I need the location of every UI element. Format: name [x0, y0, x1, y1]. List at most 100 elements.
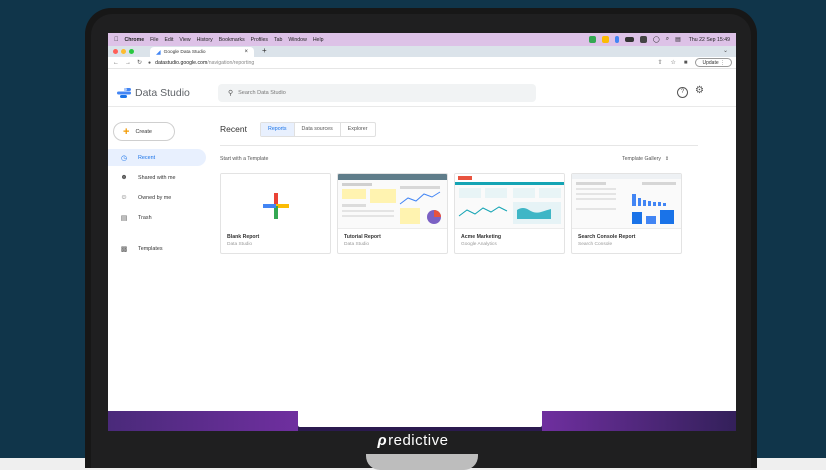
- data-studio-logo-icon[interactable]: [117, 88, 131, 98]
- back-arrow-icon[interactable]: ←: [113, 60, 119, 66]
- tab-explorer[interactable]: Explorer: [341, 123, 375, 136]
- menu-tab[interactable]: Tab: [274, 37, 282, 43]
- template-card-acme[interactable]: Acme Marketing Google Analytics: [454, 173, 565, 254]
- reload-icon[interactable]: ↻: [137, 59, 142, 66]
- template-card-search-console[interactable]: Search Console Report Search Console: [571, 173, 682, 254]
- search-placeholder: Search Data Studio: [238, 90, 286, 96]
- url-path: /navigation/reporting: [207, 59, 255, 66]
- people-icon: ☻: [120, 174, 128, 181]
- template-card-blank[interactable]: Blank Report Data Studio: [220, 173, 331, 254]
- tab-reports[interactable]: Reports: [261, 123, 295, 136]
- menu-bookmarks[interactable]: Bookmarks: [219, 37, 245, 43]
- control-center-icon[interactable]: ▤: [675, 36, 681, 43]
- forward-arrow-icon[interactable]: →: [125, 60, 131, 66]
- battery-icon[interactable]: [624, 37, 634, 42]
- menu-view[interactable]: View: [179, 37, 190, 43]
- sidebar-item-shared[interactable]: ☻ Shared with me: [108, 169, 206, 186]
- sidebar-item-label: Recent: [138, 154, 156, 161]
- sidebar-item-owned[interactable]: ☺ Owned by me: [108, 189, 206, 206]
- template-card-title: Blank Report: [227, 234, 260, 240]
- template-gallery-toggle[interactable]: Template Gallery ⇕: [622, 156, 669, 162]
- help-icon[interactable]: ?: [677, 87, 688, 98]
- create-label: Create: [135, 128, 152, 135]
- bluetooth-icon[interactable]: [614, 36, 619, 43]
- browser-tab-active[interactable]: ◢ Google Data Studio ×: [150, 47, 254, 57]
- lock-icon[interactable]: ●: [148, 60, 151, 66]
- template-card-title: Search Console Report: [578, 234, 636, 240]
- sidebar-item-label: Shared with me: [138, 174, 176, 181]
- app-status-icon[interactable]: [639, 36, 647, 43]
- window-controls: [113, 49, 134, 54]
- menu-help[interactable]: Help: [313, 37, 324, 43]
- minimize-window-icon[interactable]: [121, 49, 126, 54]
- data-studio-header: Data Studio ⚲ Search Data Studio ? ⚙: [108, 79, 736, 107]
- maximize-window-icon[interactable]: [129, 49, 134, 54]
- template-card-tutorial[interactable]: Tutorial Report Data Studio: [337, 173, 448, 254]
- dock: [298, 411, 542, 427]
- status-yellow-icon[interactable]: [601, 36, 609, 43]
- data-studio-favicon: ◢: [156, 49, 161, 56]
- template-section-label: Start with a Template: [220, 156, 269, 162]
- apple-icon[interactable]: : [114, 37, 119, 43]
- dock-wallpaper-left: [108, 411, 298, 431]
- share-icon[interactable]: ⇧: [657, 59, 662, 66]
- browser-tab-title: Google Data Studio: [163, 49, 206, 55]
- sidebar-item-recent[interactable]: ◷ Recent: [108, 149, 206, 166]
- page-title: Recent: [220, 124, 247, 134]
- menu-edit[interactable]: Edit: [164, 37, 173, 43]
- browser-tab-strip: ◢ Google Data Studio × + ⌄: [108, 46, 736, 57]
- colorful-plus-icon: [263, 193, 289, 219]
- template-thumbnail: [572, 174, 681, 229]
- update-button[interactable]: Update ⋮: [695, 58, 732, 67]
- gear-icon[interactable]: ⚙: [695, 85, 704, 96]
- plus-icon: +: [123, 125, 130, 138]
- mac-menubar:  Chrome File Edit View History Bookmark…: [108, 33, 736, 46]
- search-input[interactable]: ⚲ Search Data Studio: [218, 84, 536, 102]
- template-card-source: Data Studio: [344, 242, 370, 247]
- trash-icon: ▤: [120, 214, 128, 222]
- update-label: Update: [702, 60, 719, 66]
- wifi-icon[interactable]: ◯: [653, 36, 660, 43]
- report-tabs: Reports Data sources Explorer: [260, 122, 376, 137]
- predictive-logo: ρredictive: [0, 432, 826, 449]
- sidebar: + Create ◷ Recent ☻ Shared with me ☺ Own…: [108, 108, 213, 411]
- template-thumbnail: [338, 174, 447, 229]
- tab-data-sources[interactable]: Data sources: [295, 123, 341, 136]
- menu-window[interactable]: Window: [288, 37, 306, 43]
- new-tab-button[interactable]: +: [262, 46, 267, 55]
- template-thumbnail: [455, 174, 564, 229]
- sidebar-item-label: Trash: [138, 214, 152, 221]
- sidebar-toggle-icon[interactable]: ■: [684, 60, 688, 66]
- menu-history[interactable]: History: [197, 37, 213, 43]
- url-domain: datastudio.google.com: [155, 59, 208, 66]
- browser-toolbar-right: ⇧ ☆ ■ Update ⋮: [657, 58, 732, 67]
- menu-profiles[interactable]: Profiles: [251, 37, 268, 43]
- close-window-icon[interactable]: [113, 49, 118, 54]
- menubar-datetime[interactable]: Thu 22 Sep 15:49: [689, 37, 730, 43]
- sidebar-item-label: Templates: [138, 245, 163, 252]
- sidebar-item-templates[interactable]: ▩ Templates: [108, 240, 206, 257]
- bookmark-star-icon[interactable]: ☆: [670, 59, 675, 66]
- brand-text: redictive: [388, 432, 449, 449]
- tab-search-chevron-icon[interactable]: ⌄: [723, 47, 728, 54]
- templates-icon: ▩: [120, 245, 128, 253]
- sidebar-item-label: Owned by me: [138, 194, 172, 201]
- address-bar[interactable]: datastudio.google.com/navigation/reporti…: [155, 60, 254, 66]
- tutorial-report-preview: [338, 174, 447, 224]
- expand-collapse-icon: ⇕: [664, 156, 670, 162]
- template-card-source: Search Console: [578, 242, 613, 247]
- predictive-p-mark-icon: ρ: [377, 432, 388, 449]
- menu-file[interactable]: File: [150, 37, 158, 43]
- template-gallery-label: Template Gallery: [622, 156, 661, 162]
- spotlight-icon[interactable]: ⌕: [666, 36, 669, 43]
- template-thumbnail: [221, 174, 330, 229]
- clock-icon: ◷: [120, 154, 128, 162]
- create-button[interactable]: + Create: [113, 122, 175, 141]
- close-tab-icon[interactable]: ×: [244, 49, 248, 55]
- search-icon: ⚲: [228, 90, 234, 97]
- menu-app-name[interactable]: Chrome: [125, 37, 145, 43]
- template-card-title: Tutorial Report: [344, 234, 381, 240]
- person-icon: ☺: [120, 194, 128, 201]
- status-green-icon[interactable]: [588, 36, 596, 43]
- sidebar-item-trash[interactable]: ▤ Trash: [108, 209, 206, 226]
